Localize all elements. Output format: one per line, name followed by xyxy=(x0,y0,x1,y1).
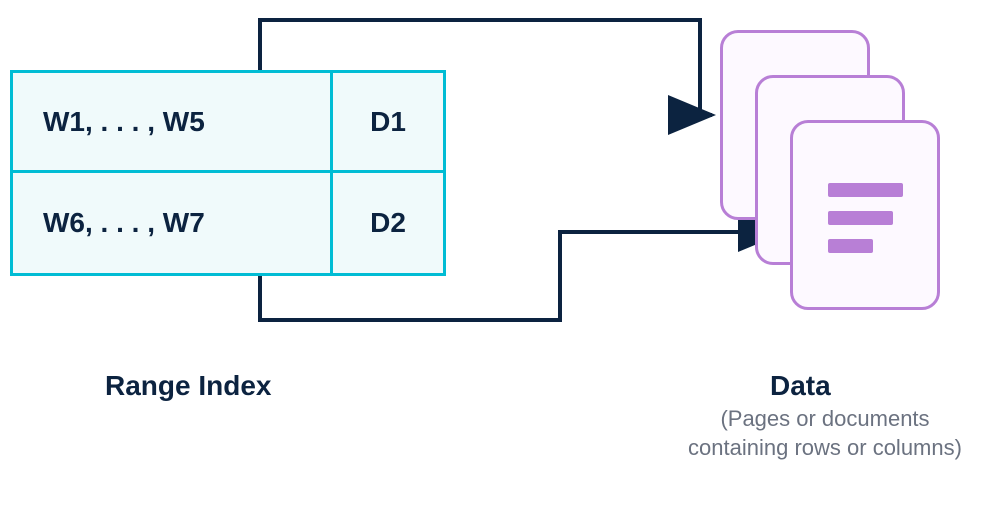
diagram-container: W1, . . . , W5 D1 W6, . . . , W7 D2 Rang… xyxy=(0,0,986,505)
doc-line xyxy=(828,183,903,197)
doc-line xyxy=(828,239,873,253)
document-icon xyxy=(790,120,940,310)
data-label: Data xyxy=(770,370,831,402)
range-cell: W6, . . . , W7 xyxy=(13,173,333,273)
doc-cell: D2 xyxy=(333,173,443,273)
data-sublabel: (Pages or documents containing rows or c… xyxy=(670,405,980,462)
range-cell: W1, . . . , W5 xyxy=(13,73,333,170)
doc-cell: D1 xyxy=(333,73,443,170)
doc-line xyxy=(828,211,893,225)
range-index-table: W1, . . . , W5 D1 W6, . . . , W7 D2 xyxy=(10,70,446,276)
table-row: W6, . . . , W7 D2 xyxy=(13,173,443,273)
table-row: W1, . . . , W5 D1 xyxy=(13,73,443,173)
range-index-label: Range Index xyxy=(105,370,271,402)
document-content-lines xyxy=(828,183,903,267)
